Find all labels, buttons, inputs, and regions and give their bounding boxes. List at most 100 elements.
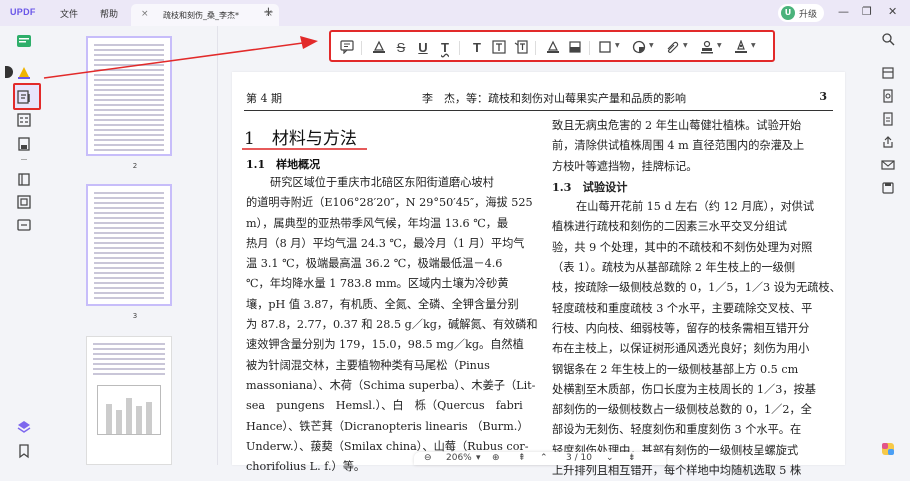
zoom-out-icon[interactable]: ⊖ (424, 453, 432, 463)
underline-icon[interactable]: U (415, 39, 431, 55)
right-line: 行枝、内向枝、细弱枝等，留存的枝条需相互错开分 (552, 321, 810, 335)
pdf-page: 第 4 期 李 杰，等：疏枝和刻伤对山莓果实产量和品质的影响 3 1 材料与方法… (232, 72, 845, 477)
save-icon[interactable] (879, 179, 897, 197)
right-line: 致且无病虫危害的 2 年生山莓健壮植株。试验开始 (552, 119, 802, 132)
section-underline-annotation (242, 148, 367, 150)
header-rule (244, 110, 833, 111)
page-header-issue: 第 4 期 (246, 92, 282, 105)
next-page-icon[interactable]: ⌄ (606, 453, 614, 463)
protect-icon[interactable] (14, 216, 34, 234)
left-line: 温 3.1 ℃，极端最高温 36.2 ℃，极端最低温－4.6 (246, 257, 503, 271)
comment-icon[interactable] (339, 39, 355, 55)
attach-icon[interactable] (665, 39, 681, 55)
strikethrough-icon[interactable]: S (393, 39, 409, 55)
page-header-title: 李 杰，等：疏枝和刻伤对山莓果实产量和品质的影响 (422, 92, 686, 105)
sticker-dropdown-icon[interactable]: ▼ (649, 42, 654, 49)
new-tab-icon[interactable]: + (263, 5, 274, 20)
zoom-in-icon[interactable]: ⊕ (492, 453, 500, 463)
protect-document-icon[interactable] (879, 110, 897, 128)
right-toolbar (868, 26, 910, 465)
left-line: 热月（8 月）平均气温 24.3 ℃，最冷月（1 月）平均气 (246, 236, 525, 250)
pencil-icon[interactable] (545, 39, 561, 55)
stamp-dropdown-icon[interactable]: ▼ (717, 42, 722, 49)
thumbnail-label-3: 3 (132, 312, 138, 320)
divider (21, 159, 27, 160)
menu-help[interactable]: 帮助 (100, 7, 118, 20)
ocr-icon[interactable] (14, 193, 34, 211)
right-line: 枝，按疏除一级侧枝总数的 0，1／5，1／3 设为无疏枝、 (552, 281, 841, 295)
right-line: 布在主枝上，以保证树形通风透光良好；刻伤为用小 (552, 342, 810, 356)
upgrade-button[interactable]: U 升级 (778, 4, 824, 22)
thumbnail-page-3[interactable] (86, 184, 172, 306)
share-icon[interactable] (879, 133, 897, 151)
search-icon[interactable] (879, 30, 897, 48)
thumbnail-page-4[interactable] (86, 336, 172, 465)
page-number: 3 (819, 90, 827, 103)
right-line: 前，清除供试植株周围 4 m 直径范围内的杂灌及上 (552, 139, 805, 153)
left-column: 研究区域位于重庆市北碚区东阳街道磨心坡村 的道明寺附近（E106°28′20″，… (246, 173, 548, 477)
right-line: 轻度疏枝和重度疏枝 3 个水平，主要疏除交叉枝、平 (552, 301, 813, 315)
right-line: 钢锯条在 2 年生枝上的一级侧枝基部上方 0.5 cm (552, 362, 799, 376)
ocr-export-icon[interactable] (879, 87, 897, 105)
right-line: （表 1）。疏枝为从基部疏除 2 年生枝上的一级侧 (552, 261, 796, 275)
signature-icon[interactable] (733, 39, 749, 55)
text-icon[interactable]: T (469, 39, 485, 55)
eraser-icon[interactable] (567, 39, 583, 55)
text-box-icon[interactable] (491, 39, 507, 55)
right-line: 在山莓开花前 15 d 左右（约 12 月底），对供试 (576, 200, 815, 214)
stamp-icon[interactable] (699, 39, 715, 55)
left-line: 的道明寺附近（E106°28′20″，N 29°50′45″，海拔 525 (246, 196, 533, 210)
zoom-dropdown-icon[interactable]: ▾ (476, 453, 481, 463)
reader-mode-icon[interactable] (14, 32, 34, 50)
layers-icon[interactable] (14, 418, 34, 436)
last-page-icon[interactable]: ⇟ (628, 453, 636, 463)
shape-dropdown-icon[interactable]: ▼ (615, 42, 620, 49)
right-line: 部设为无刻伤、轻度刻伤和重度刻伤 3 个水平。在 (552, 423, 802, 437)
left-line: Hance）、铁芒萁（Dicranopteris linearis （Burm.… (246, 419, 529, 433)
minimize-icon[interactable]: — (838, 5, 849, 18)
signature-dropdown-icon[interactable]: ▼ (751, 42, 756, 49)
thumbnail-panel: 2 3 (42, 26, 218, 465)
comment-mode-icon[interactable] (14, 63, 34, 81)
menu-file[interactable]: 文件 (60, 7, 78, 20)
restore-icon[interactable]: ❐ (862, 5, 872, 18)
title-bar: UPDF 文件 帮助 × 疏枝和刻伤_桑_李杰* × + U 升级 — ❐ ✕ (0, 0, 910, 26)
left-line: 为 87.8，2.77，0.37 和 28.5 g／kg，碱解氮、有效磷和 (246, 318, 538, 332)
upgrade-label: 升级 (799, 10, 818, 20)
left-line: m），属典型的亚热带季风气候，年均温 13.6 ℃，最 (246, 216, 509, 230)
crop-icon[interactable] (14, 170, 34, 188)
close-window-icon[interactable]: ✕ (888, 5, 897, 18)
sticker-icon[interactable] (631, 39, 647, 55)
right-line: 处横割至木质部，伤口长度为主枝周长的 1／3，按基 (552, 382, 816, 396)
bookmark-icon[interactable] (14, 442, 34, 460)
left-line: 被为针阔混交林，主要植物种类有马尾松（Pinus (246, 358, 490, 372)
right-line: 验，共 9 个处理，其中的不疏枝和不刻伤处理为对照 (552, 240, 813, 254)
email-icon[interactable] (879, 156, 897, 174)
thumbnail-page-2[interactable] (86, 36, 172, 156)
zoom-level[interactable]: 206% (446, 453, 472, 463)
convert-icon[interactable] (879, 64, 897, 82)
left-line: massoniana）、木荷（Schima superba）、木姜子（Lit- (246, 378, 536, 392)
document-tab[interactable]: × 疏枝和刻伤_桑_李杰* × (131, 4, 279, 26)
ai-assistant-icon[interactable] (879, 440, 897, 458)
tab-modified-icon: × (141, 9, 149, 19)
edit-pdf-icon[interactable] (14, 88, 34, 106)
shape-icon[interactable] (597, 39, 613, 55)
page-indicator[interactable]: 3 / 10 (566, 453, 592, 463)
annotation-toolbar: S U T T ▼ ▼ ▼ ▼ ▼ (329, 30, 775, 62)
highlight-icon[interactable] (371, 39, 387, 55)
prev-page-icon[interactable]: ⌃ (540, 453, 548, 463)
thumbnail-label-2: 2 (132, 162, 138, 170)
attach-dropdown-icon[interactable]: ▼ (683, 42, 688, 49)
text-callout-icon[interactable] (513, 39, 529, 55)
subsection-title-1-3: 1.3 试验设计 (552, 179, 628, 194)
app-logo: UPDF (10, 7, 36, 17)
organize-pages-icon[interactable] (14, 135, 34, 153)
left-line: 速效钾含量分别为 179，15.0，98.5 mg／kg。自然植 (246, 338, 524, 352)
squiggly-icon[interactable]: T (437, 39, 453, 55)
form-icon[interactable] (14, 111, 34, 129)
left-line: ℃，年均降水量 1 783.8 mm。区域内土壤为冷砂黄 (246, 277, 509, 291)
first-page-icon[interactable]: ⇞ (518, 453, 526, 463)
tab-title: 疏枝和刻伤_桑_李杰* (163, 11, 239, 20)
left-line: 研究区域位于重庆市北碚区东阳街道磨心坡村 (270, 176, 494, 189)
